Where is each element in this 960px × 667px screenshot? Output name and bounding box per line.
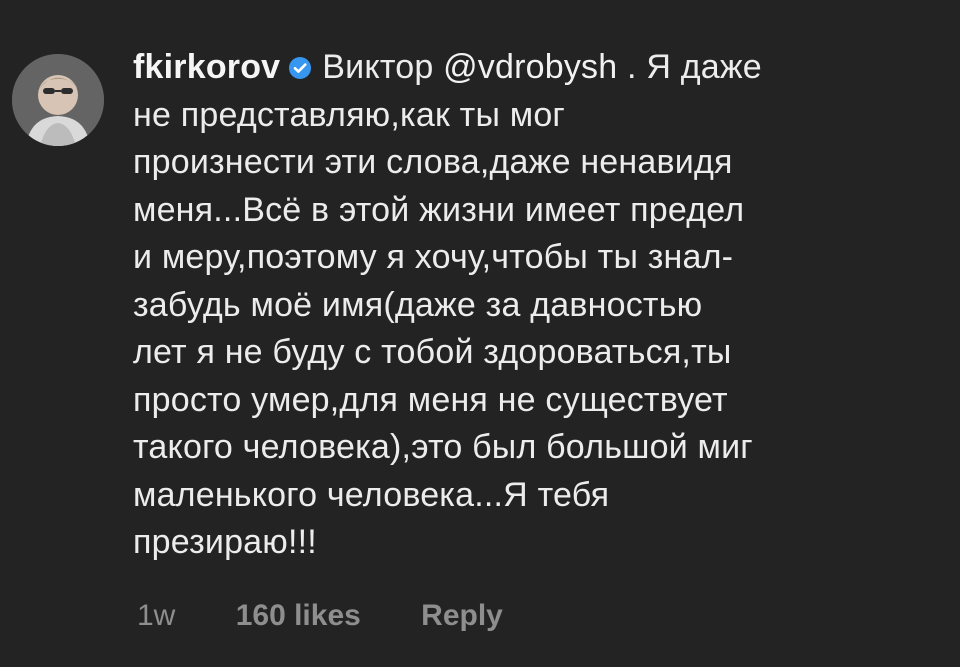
comment-greeting: Виктор [322, 48, 434, 86]
comment-likes[interactable]: 160 likes [236, 599, 361, 633]
comment-text: fkirkorov Виктор @vdrobysh . Я даже не пр… [133, 44, 948, 567]
comment-line: просто умер,для меня не существует [133, 380, 728, 419]
comment-body: fkirkorov Виктор @vdrobysh . Я даже не пр… [133, 44, 948, 567]
verified-badge-icon [288, 56, 312, 80]
comment-screen: fkirkorov Виктор @vdrobysh . Я даже не пр… [0, 0, 960, 667]
comment-first-line: fkirkorov Виктор @vdrobysh . Я даже [133, 44, 948, 92]
reply-button[interactable]: Reply [421, 599, 503, 633]
comment-line: лет я не буду с тобой здороваться,ты [133, 333, 732, 371]
comment-line: и меру,поэтому я хочу,чтобы ты знал- [133, 238, 734, 276]
comment-mention[interactable]: @vdrobysh [443, 48, 617, 86]
comment-line: презираю!!! [133, 523, 317, 561]
profile-avatar[interactable] [12, 54, 104, 146]
comment-first-line-rest: . Я даже [617, 48, 762, 86]
comment-line: маленького человека...Я тебя [133, 475, 610, 514]
comment-meta-row: 1w 160 likes Reply [137, 599, 555, 633]
comment-line: забудь моё имя(даже за давностью [133, 285, 703, 324]
comment-username[interactable]: fkirkorov [133, 48, 280, 86]
comment-time: 1w [137, 599, 176, 632]
comment-line: меня...Всё в этой жизни имеет предел [133, 190, 745, 229]
comment-line: не представляю,как ты мог [133, 95, 566, 134]
comment-line: произнести эти слова,даже ненавидя [133, 143, 733, 181]
comment-line: такого человека),это был большой миг [133, 428, 753, 466]
